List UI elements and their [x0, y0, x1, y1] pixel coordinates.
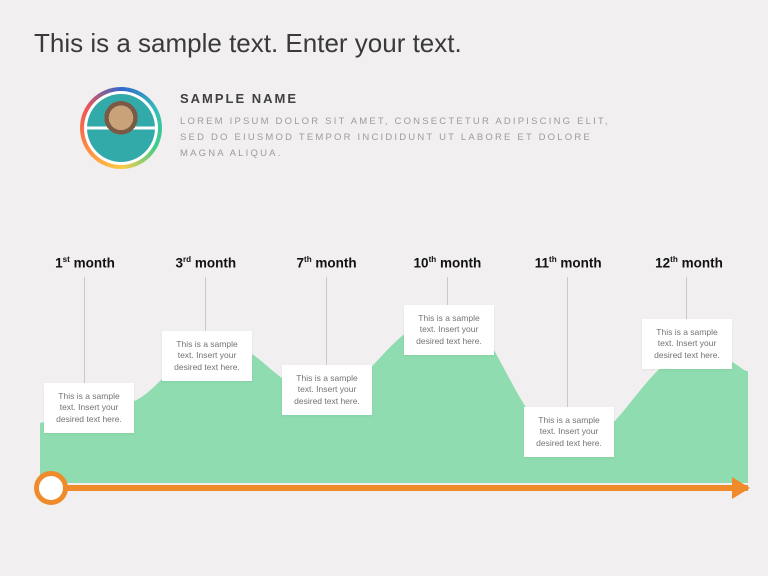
month-ord: 1: [55, 256, 63, 271]
timeline-box-11: This is a sample text. Insert your desir…: [524, 407, 614, 457]
month-word: month: [440, 256, 481, 271]
month-suf: th: [304, 255, 312, 264]
timeline-box-7: This is a sample text. Insert your desir…: [282, 365, 372, 415]
month-suf: th: [549, 255, 557, 264]
timeline-box-3: This is a sample text. Insert your desir…: [162, 331, 252, 381]
month-word: month: [560, 256, 601, 271]
month-word: month: [315, 256, 356, 271]
wave-area-chart: [40, 283, 748, 483]
timeline-start-circle-icon: [34, 471, 68, 505]
month-label-7: 7th month: [282, 255, 372, 271]
month-ord: 12: [655, 256, 670, 271]
month-ord: 7: [297, 256, 305, 271]
avatar-photo: [87, 94, 155, 162]
timeline-box-1: This is a sample text. Insert your desir…: [44, 383, 134, 433]
timeline-area: 1st month 3rd month 7th month 10th month…: [40, 255, 748, 515]
month-word: month: [74, 256, 115, 271]
month-suf: th: [670, 255, 678, 264]
page-title: This is a sample text. Enter your text.: [34, 28, 734, 59]
month-suf: st: [63, 255, 70, 264]
profile-text: SAMPLE NAME LOREM IPSUM DOLOR SIT AMET, …: [180, 87, 620, 162]
profile-description: LOREM IPSUM DOLOR SIT AMET, CONSECTETUR …: [180, 114, 620, 162]
month-label-3: 3rd month: [161, 255, 251, 271]
timeline-box-12: This is a sample text. Insert your desir…: [642, 319, 732, 369]
month-word: month: [682, 256, 723, 271]
month-labels-row: 1st month 3rd month 7th month 10th month…: [40, 255, 734, 271]
month-label-10: 10th month: [402, 255, 492, 271]
month-label-12: 12th month: [644, 255, 734, 271]
profile-name: SAMPLE NAME: [180, 91, 620, 106]
month-ord: 11: [535, 256, 549, 271]
timeline-box-10: This is a sample text. Insert your desir…: [404, 305, 494, 355]
timeline-arrow-head-icon: [732, 477, 750, 499]
avatar-inner: [84, 91, 158, 165]
month-suf: th: [429, 255, 437, 264]
month-suf: rd: [183, 255, 191, 264]
month-label-11: 11th month: [523, 255, 613, 271]
month-word: month: [195, 256, 236, 271]
timeline-arrow-line: [40, 485, 748, 491]
wave-svg: [40, 283, 748, 483]
slide: This is a sample text. Enter your text. …: [0, 0, 768, 576]
month-label-1: 1st month: [40, 255, 130, 271]
profile-block: SAMPLE NAME LOREM IPSUM DOLOR SIT AMET, …: [80, 87, 734, 169]
avatar-ring: [80, 87, 162, 169]
month-ord: 10: [414, 256, 429, 271]
month-ord: 3: [175, 256, 183, 271]
